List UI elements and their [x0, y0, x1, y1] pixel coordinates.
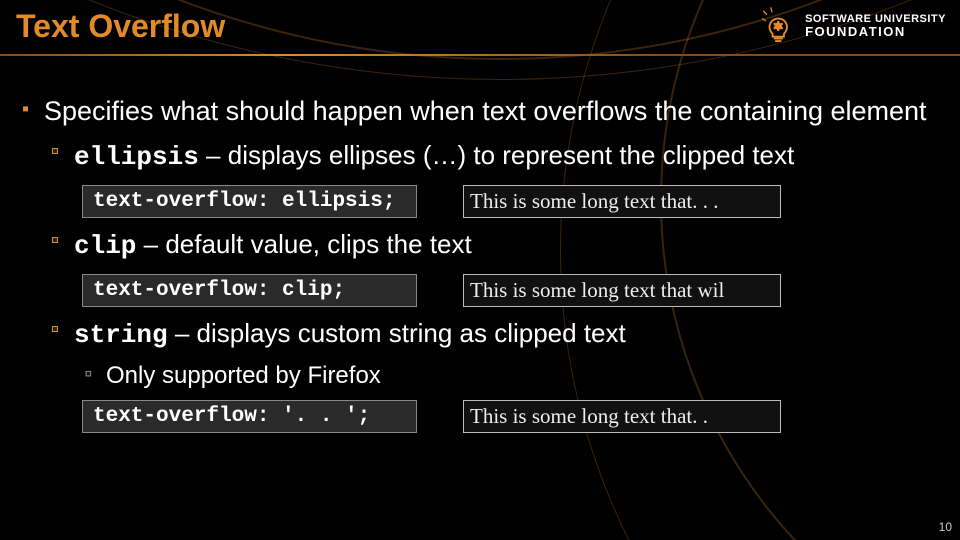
demo-clip: This is some long text that wil — [463, 274, 781, 307]
lightbulb-gear-icon — [757, 6, 797, 46]
desc-ellipsis: – displays ellipses (…) to represent the… — [199, 140, 794, 170]
page-number: 10 — [939, 520, 952, 534]
code-ellipsis: text-overflow: ellipsis; — [82, 185, 417, 218]
logo-text-bottom: FOUNDATION — [805, 25, 946, 38]
desc-clip: – default value, clips the text — [136, 229, 471, 259]
code-clip: text-overflow: clip; — [82, 274, 417, 307]
code-string: text-overflow: '. . '; — [82, 400, 417, 433]
sub-bullet-ellipsis: ellipsis – displays ellipses (…) to repr… — [52, 139, 938, 175]
brand-logo: SOFTWARE UNIVERSITY FOUNDATION — [757, 6, 946, 46]
keyword-string: string — [74, 320, 168, 350]
main-bullet: Specifies what should happen when text o… — [22, 94, 938, 129]
desc-string: – displays custom string as clipped text — [168, 318, 626, 348]
keyword-clip: clip — [74, 231, 136, 261]
demo-ellipsis: This is some long text that. . . — [463, 185, 781, 218]
slide-body: Specifies what should happen when text o… — [22, 94, 938, 433]
keyword-ellipsis: ellipsis — [74, 142, 199, 172]
sub-bullet-clip: clip – default value, clips the text — [52, 228, 938, 264]
sub-bullet-string: string – displays custom string as clipp… — [52, 317, 938, 353]
slide-title: Text Overflow — [16, 8, 225, 45]
title-underline — [0, 54, 960, 56]
demo-string: This is some long text that. . — [463, 400, 781, 433]
note-firefox: Only supported by Firefox — [86, 362, 938, 390]
